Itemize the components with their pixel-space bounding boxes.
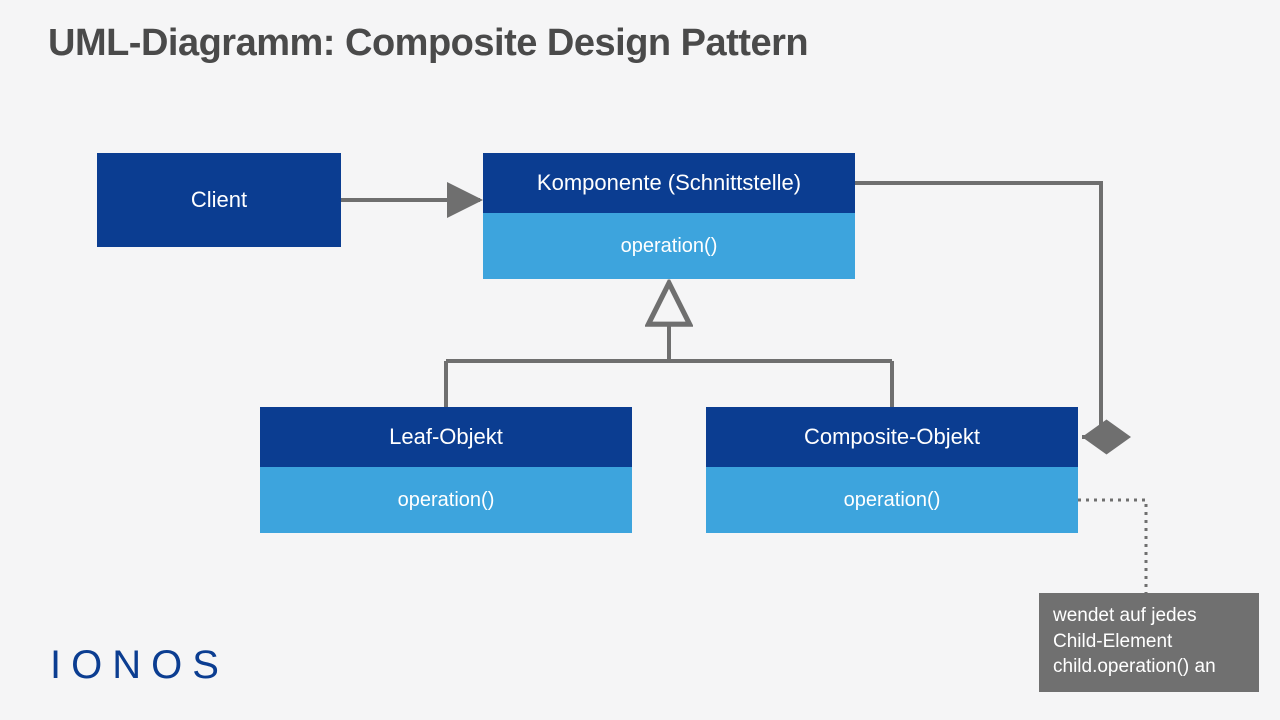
leaf-operation: operation() [260,467,632,533]
diagram-title: UML-Diagramm: Composite Design Pattern [48,22,808,65]
composite-note: wendet auf jedes Child-Element child.ope… [1039,593,1259,692]
component-operation: operation() [483,213,855,279]
composite-label: Composite-Objekt [706,407,1078,467]
composite-operation: operation() [706,467,1078,533]
leaf-box: Leaf-Objekt operation() [260,407,632,533]
client-box: Client [97,153,341,247]
component-interface-box: Komponente (Schnittstelle) operation() [483,153,855,279]
composite-box: Composite-Objekt operation() [706,407,1078,533]
leaf-label: Leaf-Objekt [260,407,632,467]
component-label: Komponente (Schnittstelle) [483,153,855,213]
edge-note-connector [1078,500,1146,593]
brand-logo: IONOS [50,643,229,688]
edge-aggregation [855,183,1101,437]
client-label: Client [97,153,341,247]
